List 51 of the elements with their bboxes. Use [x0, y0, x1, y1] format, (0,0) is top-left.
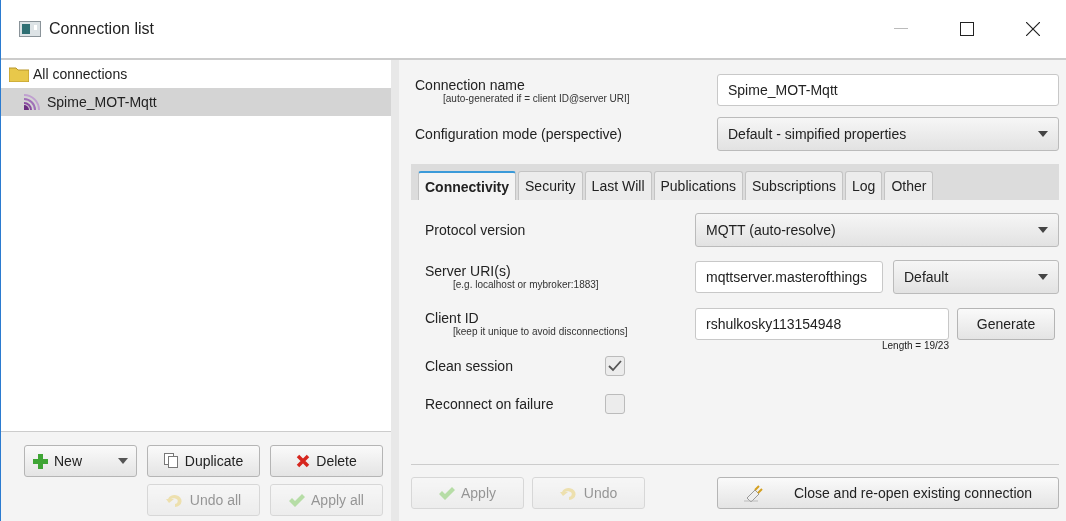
tree-item[interactable]: Spime_MOT-Mqtt [1, 88, 391, 116]
folder-icon [9, 66, 29, 82]
close-icon[interactable] [1026, 22, 1040, 36]
tab[interactable]: Other [884, 171, 934, 200]
tab[interactable]: Connectivity [418, 171, 516, 200]
field-label: Configuration mode (perspective) [415, 126, 623, 142]
field-hint: [keep it unique to avoid disconnections] [452, 326, 629, 337]
reopen-button[interactable]: Close and re-open existing connection [717, 477, 1059, 509]
caret-icon [1038, 131, 1048, 137]
checkbox[interactable] [605, 356, 625, 376]
cross-icon [296, 454, 311, 468]
copy-icon [163, 453, 179, 469]
checkbox[interactable] [605, 394, 625, 414]
connection-name-field[interactable]: Spime_MOT-Mqtt [717, 74, 1059, 106]
client-id-field[interactable]: rshulkosky113154948 [695, 307, 949, 340]
tree-item[interactable]: All connections [1, 60, 391, 88]
undo-icon [559, 485, 578, 501]
field-hint: [e.g. localhost or mybroker:1883] [452, 279, 600, 290]
protocol-dropdown[interactable]: MQTT (auto-resolve) [695, 212, 1059, 247]
generate-button[interactable]: Generate [957, 307, 1055, 340]
server-uri-field[interactable]: mqttserver.masterofthings [695, 260, 883, 293]
caret-icon [118, 458, 128, 464]
undo-icon [165, 492, 184, 508]
check-icon [439, 486, 455, 500]
field-label: Client ID [425, 310, 480, 326]
plus-icon [33, 453, 48, 469]
field-label: Connection name [415, 76, 526, 93]
server-mode-dropdown[interactable]: Default [893, 259, 1059, 294]
checkbox-label: Clean session [425, 358, 514, 374]
field-label: Protocol version [425, 221, 527, 238]
tab[interactable]: Log [845, 171, 883, 200]
configuration-dropdown[interactable]: Default - simpified properties [717, 117, 1059, 151]
window-title: Connection list [49, 20, 154, 38]
tab[interactable]: Security [518, 171, 583, 200]
window-icon [19, 21, 41, 37]
duplicate-button[interactable]: Duplicate [147, 445, 260, 477]
signal-icon [23, 93, 43, 111]
new-button[interactable]: New [24, 445, 137, 477]
plug-icon [743, 484, 766, 502]
length-counter: Length = 19/23 [882, 339, 949, 351]
caret-icon [1038, 273, 1048, 280]
tab[interactable]: Publications [653, 171, 743, 200]
tab[interactable]: Last Will [584, 171, 652, 200]
checkbox-label: Reconnect on failure [425, 396, 555, 412]
caret-icon [1038, 226, 1048, 233]
tab[interactable]: Subscriptions [745, 171, 844, 200]
field-label: Server URI(s) [425, 263, 512, 279]
check-icon [289, 493, 306, 507]
delete-button[interactable]: Delete [270, 445, 383, 477]
field-hint: [auto-generated if = client ID@server URI] [442, 92, 631, 104]
maximize-icon[interactable] [960, 22, 974, 36]
